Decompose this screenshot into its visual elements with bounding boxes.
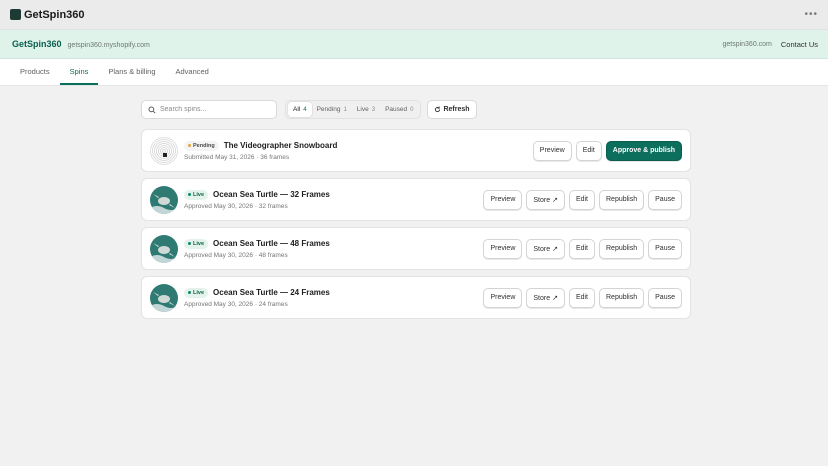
- nav-tabs: Products Spins Plans & billing Advanced: [0, 59, 828, 86]
- republish-button[interactable]: Republish: [599, 238, 645, 259]
- republish-button[interactable]: Republish: [599, 189, 645, 210]
- preview-button[interactable]: Preview: [483, 238, 523, 259]
- status-label: Live: [193, 240, 205, 247]
- status-dot-icon: [188, 193, 191, 196]
- spin-meta: Submitted May 31, 2026 · 36 frames: [184, 153, 290, 161]
- refresh-label: Refresh: [443, 106, 470, 113]
- snowboard-thumbnail: [150, 136, 178, 165]
- banner-brand: GetSpin360: [12, 39, 62, 49]
- edit-button[interactable]: Edit: [575, 140, 602, 161]
- sea-turtle-icon: [150, 193, 178, 214]
- filter-count: 0: [410, 106, 414, 113]
- search-input[interactable]: [160, 106, 270, 113]
- spins-toolbar: All 4 Pending 1 Live 3 Paused 0 Refresh: [141, 100, 691, 119]
- status-label: Pending: [193, 142, 215, 149]
- tab-spins[interactable]: Spins: [59, 59, 99, 85]
- status-badge: Pending: [184, 140, 219, 151]
- store-link-button[interactable]: Store ↗: [526, 189, 565, 210]
- status-label: Live: [193, 191, 205, 198]
- status-filter-group: All 4 Pending 1 Live 3 Paused 0: [285, 100, 422, 119]
- spin-card: Live Ocean Sea Turtle — 24 Frames Approv…: [141, 276, 691, 319]
- tab-advanced[interactable]: Advanced: [165, 59, 218, 85]
- spin-meta: Approved May 30, 2026 · 32 frames: [184, 202, 288, 210]
- search-icon: [148, 105, 156, 114]
- pause-button[interactable]: Pause: [648, 238, 682, 259]
- spin-card: Pending The Videographer Snowboard Submi…: [141, 129, 691, 172]
- tab-plans-billing[interactable]: Plans & billing: [98, 59, 165, 85]
- spin-card: Live Ocean Sea Turtle — 48 Frames Approv…: [141, 227, 691, 270]
- status-dot-icon: [188, 242, 191, 245]
- status-label: Live: [193, 289, 205, 296]
- filter-paused[interactable]: Paused 0: [380, 102, 418, 117]
- spin-title: Ocean Sea Turtle — 48 Frames: [213, 239, 330, 248]
- refresh-icon: [435, 106, 441, 113]
- app-logo-icon: [10, 9, 21, 20]
- approve-publish-button[interactable]: Approve & publish: [605, 140, 682, 161]
- preview-button[interactable]: Preview: [483, 189, 523, 210]
- filter-count: 1: [343, 106, 347, 113]
- status-dot-icon: [188, 144, 191, 147]
- spins-list: Pending The Videographer Snowboard Submi…: [141, 129, 691, 319]
- spin-title: The Videographer Snowboard: [223, 141, 338, 150]
- spin-meta: Approved May 30, 2026 · 24 frames: [184, 300, 288, 308]
- turtle-thumbnail: [150, 283, 178, 312]
- filter-label: All: [293, 106, 301, 113]
- republish-button[interactable]: Republish: [599, 287, 645, 308]
- status-badge: Live: [184, 189, 209, 200]
- spin-meta: Approved May 30, 2026 · 48 frames: [184, 251, 288, 259]
- app-title: GetSpin360: [24, 8, 85, 21]
- turtle-thumbnail: [150, 234, 178, 263]
- filter-live[interactable]: Live 3: [352, 102, 380, 117]
- search-box[interactable]: [141, 100, 277, 119]
- turtle-thumbnail: [150, 185, 178, 214]
- status-badge: Live: [184, 287, 209, 298]
- tab-products[interactable]: Products: [10, 59, 60, 85]
- spin-title: Ocean Sea Turtle — 24 Frames: [213, 288, 330, 297]
- pause-button[interactable]: Pause: [648, 287, 682, 308]
- contact-us-link[interactable]: Contact Us: [781, 40, 818, 49]
- filter-count: 4: [303, 106, 307, 113]
- preview-button[interactable]: Preview: [483, 287, 523, 308]
- filter-label: Live: [356, 106, 369, 113]
- filter-label: Pending: [316, 106, 341, 113]
- more-horizontal-icon[interactable]: •••: [804, 9, 818, 20]
- filter-label: Paused: [385, 106, 408, 113]
- pause-button[interactable]: Pause: [648, 189, 682, 210]
- spins-panel: All 4 Pending 1 Live 3 Paused 0 Refresh: [141, 100, 691, 319]
- preview-button[interactable]: Preview: [532, 140, 572, 161]
- status-badge: Live: [184, 238, 209, 249]
- sea-turtle-icon: [150, 291, 178, 312]
- filter-all[interactable]: All 4: [288, 102, 312, 117]
- filter-count: 3: [371, 106, 376, 113]
- sea-turtle-icon: [150, 242, 178, 263]
- store-link-button[interactable]: Store ↗: [526, 287, 565, 308]
- edit-button[interactable]: Edit: [568, 287, 595, 308]
- edit-button[interactable]: Edit: [568, 189, 595, 210]
- store-domain: getspin360.myshopify.com: [67, 42, 150, 49]
- refresh-button[interactable]: Refresh: [427, 100, 477, 119]
- app-banner: GetSpin360 getspin360.myshopify.com gets…: [0, 30, 828, 59]
- spin-title: Ocean Sea Turtle — 32 Frames: [213, 190, 330, 199]
- app-brand: GetSpin360: [10, 9, 85, 21]
- spin-card: Live Ocean Sea Turtle — 32 Frames Approv…: [141, 178, 691, 221]
- status-dot-icon: [188, 291, 191, 294]
- app-topbar: GetSpin360 •••: [0, 0, 828, 30]
- filter-pending[interactable]: Pending 1: [312, 102, 352, 117]
- edit-button[interactable]: Edit: [568, 238, 595, 259]
- store-link-button[interactable]: Store ↗: [526, 238, 565, 259]
- site-link[interactable]: getspin360.com: [722, 41, 771, 48]
